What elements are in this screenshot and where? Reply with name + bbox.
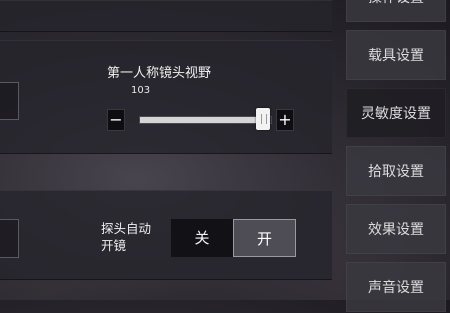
fov-value: 103 xyxy=(131,85,151,96)
settings-sidebar: 操作设置 载具设置 灵敏度设置 拾取设置 效果设置 声音设置 xyxy=(346,0,450,312)
peek-auto-scope-on-button[interactable]: 开 xyxy=(233,219,296,257)
fov-decrease-button[interactable]: − xyxy=(107,109,125,131)
fov-setting-label: 第一人称镜头视野 xyxy=(107,66,212,81)
left-option-button[interactable] xyxy=(0,82,19,120)
settings-row-fov xyxy=(0,40,332,154)
peek-auto-scope-label: 探头自动开镜 xyxy=(101,221,152,253)
sidebar-item-sensitivity[interactable]: 灵敏度设置 xyxy=(346,88,446,138)
settings-row-top xyxy=(0,0,332,32)
sidebar-item-effects[interactable]: 效果设置 xyxy=(346,204,446,254)
fov-slider-thumb[interactable] xyxy=(255,108,270,130)
fov-increase-button[interactable]: + xyxy=(276,109,294,131)
sidebar-item-pickup[interactable]: 拾取设置 xyxy=(346,146,446,196)
sidebar-item-controls[interactable]: 操作设置 xyxy=(346,0,446,22)
left-option-button[interactable] xyxy=(0,219,19,258)
peek-auto-scope-off-button[interactable]: 关 xyxy=(171,219,233,257)
fov-slider-track[interactable] xyxy=(139,116,272,124)
sidebar-item-vehicle[interactable]: 载具设置 xyxy=(346,30,446,80)
fov-slider-fill xyxy=(140,117,262,123)
sidebar-item-sound[interactable]: 声音设置 xyxy=(346,262,446,312)
